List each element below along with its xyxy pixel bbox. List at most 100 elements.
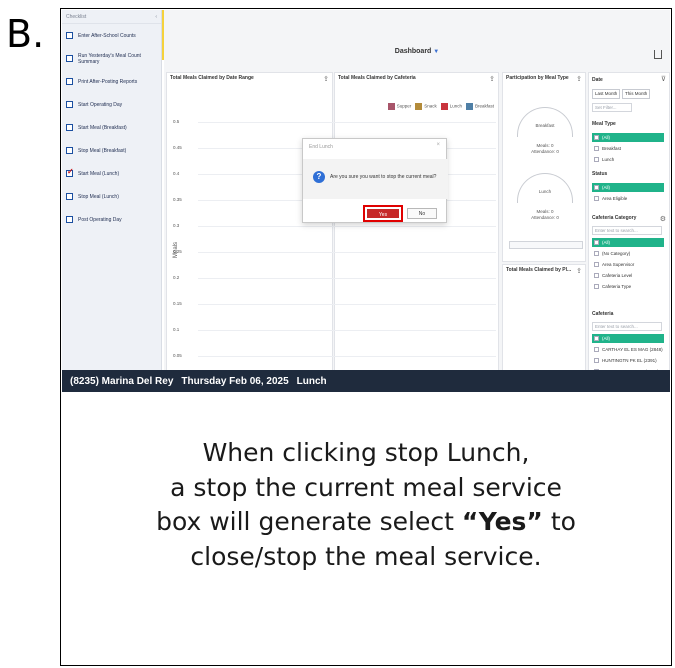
checklist-title: Checklist [66,13,87,20]
end-meal-dialog: End Lunch × ? Are you sure you want to s… [302,138,448,223]
filter-option[interactable]: HUNTINGTN PK EL (2391) [592,356,664,365]
caption-line: a stop the current meal service [170,472,562,502]
filter-option[interactable]: Area Supervisor [592,260,664,269]
filter-option[interactable]: (No Category) [592,249,664,258]
yes-button[interactable]: Yes [363,205,403,222]
cafeteria-category-search[interactable]: Enter text to search... [592,226,662,235]
checkbox-icon[interactable] [66,193,73,200]
checkbox-icon[interactable] [594,262,599,267]
caption-emphasis: “Yes” [461,507,543,536]
checkbox-icon[interactable] [594,336,599,341]
checklist-item[interactable]: Run Yesterday's Meal Count Summary [62,47,161,70]
filter-option[interactable]: CARTHAY EL ES MAG (2848) [592,345,664,354]
checkbox-icon[interactable] [594,347,599,352]
service-date: Thursday Feb 06, 2025 [181,375,289,387]
checkbox-icon[interactable] [594,196,599,201]
checklist-item[interactable]: Print After-Posting Reports [62,70,161,93]
filter-option[interactable]: Cafeteria Level [592,271,664,280]
checklist-item-label: Stop Meal (Lunch) [78,193,119,200]
filter-option[interactable]: (All) [592,238,664,247]
date-filter-label: Date [592,77,603,83]
no-button[interactable]: No [407,208,437,219]
checkbox-icon[interactable] [594,185,599,190]
screenshot: Checklist ‹ Enter After-School Counts Run… [62,10,670,392]
cafeteria-search[interactable]: Enter text to search... [592,322,662,331]
gridline [198,278,496,279]
checkbox-icon[interactable] [66,101,73,108]
checkbox-icon[interactable] [66,78,73,85]
checklist-item-label: Stop Meal (Breakfast) [78,147,127,154]
filter-option[interactable]: Breakfast [592,144,664,153]
export-icon[interactable]: ⇪ [576,267,582,275]
settings-icon[interactable]: ⚙ [660,215,666,223]
y-tick-label: 0.35 [173,197,182,202]
checklist-item[interactable]: Enter After-School Counts [62,24,161,47]
checklist-sidebar: Checklist ‹ Enter After-School Counts Run… [62,10,162,382]
dialog-title: End Lunch [309,144,333,150]
checkbox-icon[interactable] [66,216,73,223]
checklist-item-label: Print After-Posting Reports [78,78,138,85]
gridline [198,304,496,305]
step-letter: B. [6,12,45,56]
checkbox-icon[interactable] [66,147,73,154]
y-tick-label: 0.5 [173,119,180,124]
checkbox-icon[interactable] [594,251,599,256]
caption-line: When clicking stop Lunch, [202,438,530,467]
gauge-name: Breakfast [535,123,555,128]
checklist-item[interactable]: Start Meal (Breakfast) [62,116,161,139]
filter-option[interactable]: Lunch [592,155,664,164]
y-tick-label: 0.2 [173,275,180,280]
checkbox-icon[interactable] [594,273,599,278]
checklist-item[interactable]: Start Operating Day [62,93,161,116]
breakfast-gauge [517,107,573,137]
filter-option[interactable]: (All) [592,334,664,343]
checkbox-icon[interactable] [594,135,599,140]
checklist-item[interactable]: Post Operating Day [62,208,161,231]
checklist-item[interactable]: Stop Meal (Lunch) [62,185,161,208]
cafeteria-filter-label: Cafeteria [592,311,614,317]
close-icon[interactable]: × [436,142,440,148]
filter-pane: Date ⊽ Last Month This Month Set Filter.… [588,72,670,382]
checklist-item[interactable]: Stop Meal (Breakfast) [62,139,161,162]
panel-title: Total Meals Claimed by Pl... [506,267,572,273]
checkbox-icon[interactable] [594,240,599,245]
checkbox-icon[interactable] [66,55,73,62]
checkbox-icon[interactable] [594,358,599,363]
export-icon[interactable] [654,50,662,59]
checkbox-icon[interactable] [66,167,74,177]
checklist-item[interactable]: Start Meal (Lunch) [62,162,161,185]
checklist-item-label: Start Meal (Breakfast) [78,124,127,131]
lunch-gauge [517,173,573,203]
filter-option[interactable]: Cafeteria Type [592,282,664,291]
filter-option[interactable]: (All) [592,133,664,142]
checkbox-icon[interactable] [66,124,73,131]
filter-icon[interactable]: ▼ [433,49,439,55]
checklist-header: Checklist ‹ [62,10,161,24]
y-tick-label: 0.25 [173,249,182,254]
export-icon[interactable]: ⇪ [576,75,582,83]
checkbox-icon[interactable] [594,284,599,289]
cafeteria-category-filter-label: Cafeteria Category [592,215,637,221]
collapse-icon[interactable]: ‹ [155,14,157,20]
last-month-button[interactable]: Last Month [592,89,621,99]
horizontal-scrollbar[interactable] [509,241,583,249]
date-filter-input[interactable]: Set Filter... [592,103,632,112]
panel-title: Participation by Meal Type [506,75,569,81]
checkbox-icon[interactable] [594,146,599,151]
this-month-button[interactable]: This Month [622,89,651,99]
gridline [198,122,496,123]
checklist-item-label: Start Meal (Lunch) [78,170,120,177]
filter-option[interactable]: Area Eligible [592,194,664,203]
instruction-caption: When clicking stop Lunch, a stop the cur… [62,436,670,574]
checkbox-icon[interactable] [66,32,73,39]
caption-line: box will generate select “Yes” to [156,507,576,536]
gridline [198,252,496,253]
gridline [198,356,496,357]
clear-filter-icon[interactable]: ⊽ [661,75,666,83]
gauge-name: Lunch [538,189,552,194]
checkbox-icon[interactable] [594,157,599,162]
checklist-item-label: Post Operating Day [78,216,122,223]
dialog-message: Are you sure you want to stop the curren… [330,174,437,180]
y-tick-label: 0.15 [173,301,182,306]
filter-option[interactable]: (All) [592,183,664,192]
